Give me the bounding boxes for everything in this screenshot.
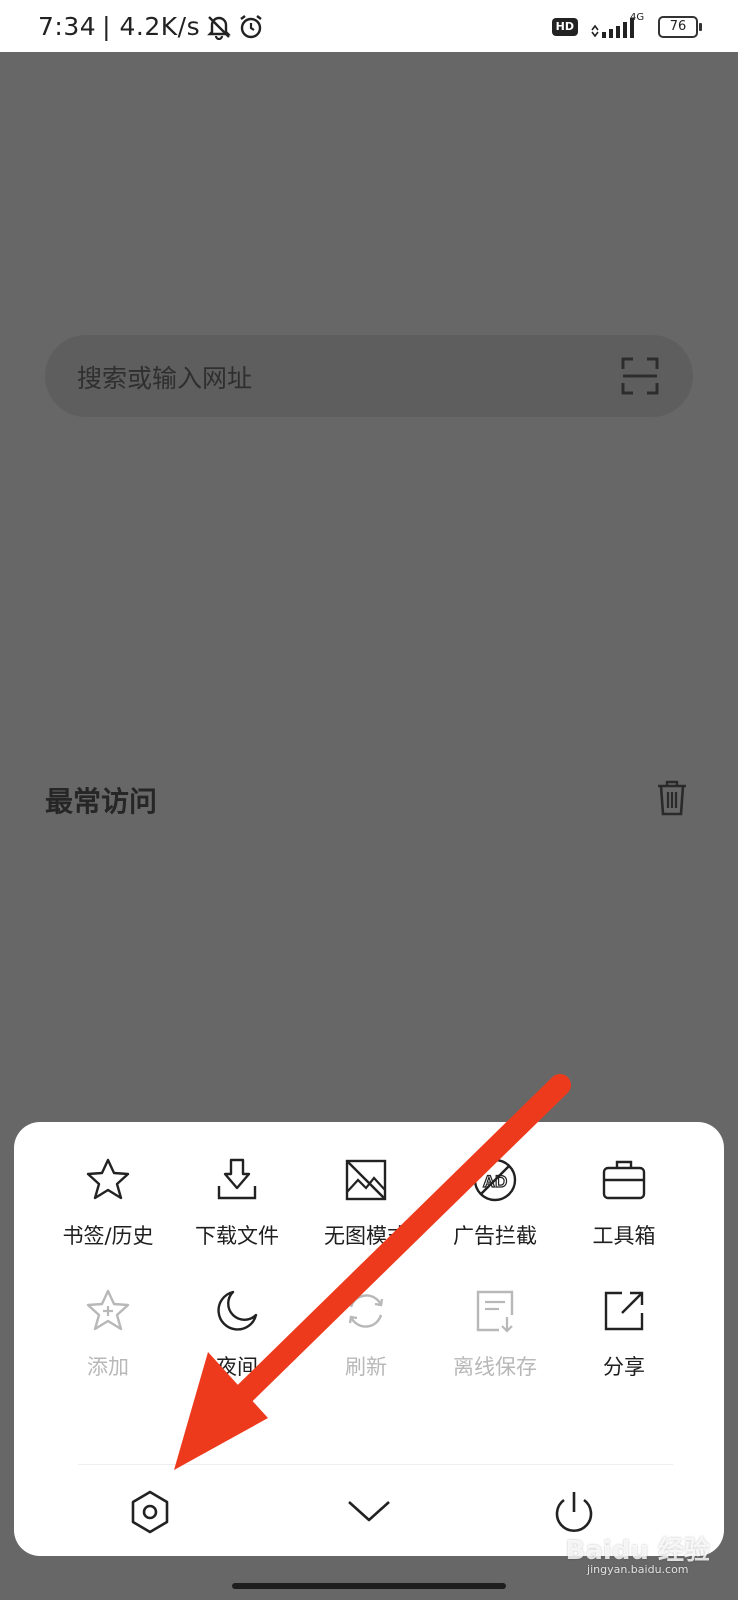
power-icon [555,1492,593,1532]
battery-icon: 76 [658,16,702,38]
watermark-text: Baidu 经验 [565,1536,710,1566]
trash-icon[interactable] [656,780,688,820]
menu-item-share[interactable]: 分享 [559,1287,689,1407]
menu-label: 无图模式 [324,1224,408,1248]
settings-hex-icon [131,1490,169,1534]
menu-label: 工具箱 [592,1224,656,1248]
alarm-icon [238,14,264,40]
menu-item-offline-save[interactable]: 离线保存 [430,1287,560,1407]
ad-block-icon: AD [473,1158,517,1202]
menu-sheet: 书签/历史 下载文件 无图模式 AD 广告拦截 工具箱 [14,1122,724,1556]
add-star-icon [86,1289,130,1331]
collapse-menu-button[interactable] [329,1480,409,1550]
menu-item-ad-block[interactable]: AD 广告拦截 [430,1156,560,1276]
status-left: 7:34 | 4.2K/s [38,12,264,41]
menu-divider [78,1464,673,1465]
download-icon [217,1158,257,1200]
menu-item-downloads[interactable]: 下载文件 [172,1156,302,1276]
settings-button[interactable] [110,1480,190,1550]
menu-label: 刷新 [345,1355,387,1379]
menu-label: 添加 [87,1355,129,1379]
menu-label: 夜间 [216,1355,258,1379]
toolbox-icon [602,1160,646,1200]
menu-label: 离线保存 [453,1355,537,1379]
no-image-icon [345,1159,387,1201]
moon-icon [217,1290,258,1331]
menu-label: 下载文件 [195,1224,279,1248]
menu-item-toolbox[interactable]: 工具箱 [559,1156,689,1276]
refresh-icon [348,1294,384,1328]
network-speed: | 4.2K/s [102,12,201,41]
menu-label: 分享 [603,1355,645,1379]
scan-icon[interactable] [621,357,659,399]
menu-item-bookmarks-history[interactable]: 书签/历史 [43,1156,173,1276]
share-icon [604,1291,644,1331]
baidu-watermark: Baidu 经验 jingyan.baidu.com [566,1530,710,1576]
watermark-sub: jingyan.baidu.com [587,1563,689,1576]
battery-level: 76 [669,19,687,34]
chevron-down-icon [348,1501,390,1522]
status-time: 7:34 [38,12,97,41]
signal-icon: 4G [588,12,648,38]
search-bar[interactable]: 搜索或输入网址 [45,335,693,417]
star-icon [86,1158,130,1200]
status-bar: 7:34 | 4.2K/s HD 4G 76 [0,0,738,52]
menu-item-refresh[interactable]: 刷新 [301,1287,431,1407]
menu-item-no-image-mode[interactable]: 无图模式 [301,1156,431,1276]
menu-item-night-mode[interactable]: 夜间 [172,1287,302,1407]
status-right: HD 4G 76 [551,12,702,38]
offline-save-icon [476,1290,514,1333]
menu-label: 书签/历史 [62,1224,154,1248]
mute-bell-icon [206,14,232,40]
hd-badge: HD [551,18,578,36]
search-placeholder: 搜索或输入网址 [77,364,253,393]
menu-label: 广告拦截 [453,1224,537,1248]
menu-item-add-bookmark[interactable]: 添加 [43,1287,173,1407]
most-visited-title: 最常访问 [45,785,158,818]
home-indicator[interactable] [232,1583,506,1589]
